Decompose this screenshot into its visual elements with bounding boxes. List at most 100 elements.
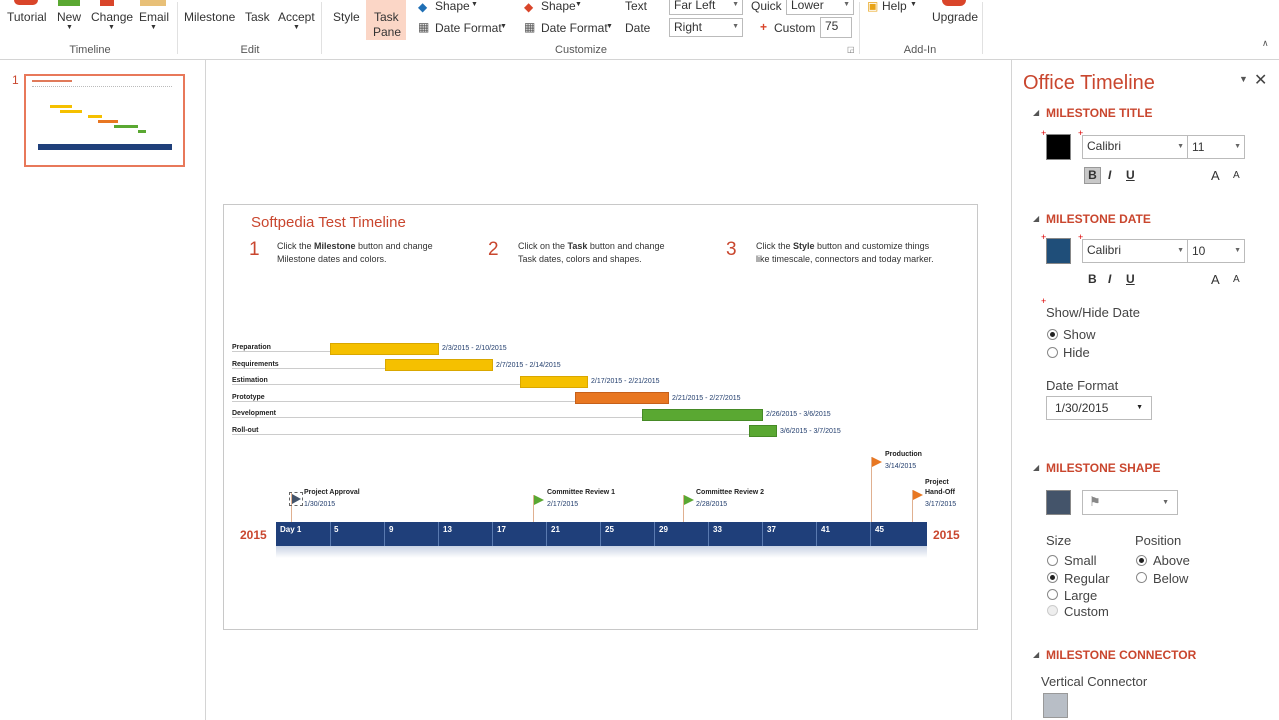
slide-title[interactable]: Softpedia Test Timeline <box>251 214 406 231</box>
date-underline-toggle[interactable]: U <box>1126 272 1135 286</box>
custom-value-input[interactable]: 75 <box>820 17 852 38</box>
milestone-name[interactable]: Production <box>885 451 922 458</box>
shape-dropdown-2-arrow-icon[interactable]: ▼ <box>575 1 582 8</box>
task-pane-button[interactable]: Task Pane <box>366 0 406 40</box>
below-radio[interactable] <box>1136 572 1147 583</box>
task-bar[interactable] <box>575 392 669 404</box>
custom-radio[interactable] <box>1047 605 1058 616</box>
milestone-flag-icon[interactable] <box>292 494 301 504</box>
change-dropdown-arrow-icon[interactable]: ▼ <box>108 24 115 31</box>
title-color-swatch[interactable] <box>1046 134 1071 160</box>
slide[interactable]: Softpedia Test Timeline 1 Click the Mile… <box>223 204 978 630</box>
task-connector-line <box>232 351 330 352</box>
group-separator <box>177 2 178 54</box>
accept-dropdown-arrow-icon[interactable]: ▼ <box>293 24 300 31</box>
date-grow-font-button[interactable]: A <box>1211 272 1220 287</box>
task-label[interactable]: Preparation <box>232 344 271 351</box>
task-bar[interactable] <box>385 359 493 371</box>
collapse-triangle-icon[interactable]: ◢ <box>1033 108 1039 117</box>
show-radio[interactable] <box>1047 329 1058 340</box>
milestone-shape-header[interactable]: MILESTONE SHAPE <box>1046 461 1160 475</box>
small-radio[interactable] <box>1047 555 1058 566</box>
task-label[interactable]: Roll-out <box>232 427 258 434</box>
task-bar[interactable] <box>330 343 439 355</box>
text-position-select[interactable]: Far Left ▼ <box>669 0 743 15</box>
date-size-select[interactable]: 10 ▼ <box>1187 239 1245 263</box>
accept-button[interactable]: Accept <box>278 10 315 24</box>
milestone-name[interactable]: Project Approval <box>304 489 360 496</box>
new-dropdown-arrow-icon[interactable]: ▼ <box>66 24 73 31</box>
date-format-dropdown-1[interactable]: Date Format <box>435 21 502 35</box>
upgrade-button[interactable]: Upgrade <box>932 10 978 24</box>
hide-radio[interactable] <box>1047 347 1058 358</box>
grow-font-button[interactable]: A <box>1211 168 1220 183</box>
tutorial-button[interactable]: Tutorial <box>7 10 47 24</box>
milestone-name[interactable]: Committee Review 1 <box>547 489 615 496</box>
shape-color-swatch[interactable] <box>1046 490 1071 515</box>
task-bar[interactable] <box>642 409 763 421</box>
collapse-triangle-icon[interactable]: ◢ <box>1033 214 1039 223</box>
task-bar[interactable] <box>749 425 777 437</box>
dialog-launcher-icon[interactable]: ◲ <box>847 45 855 54</box>
email-button[interactable]: Email <box>139 10 169 24</box>
date-shrink-font-button[interactable]: A <box>1233 274 1240 285</box>
milestone-flag-icon[interactable] <box>913 490 923 500</box>
regular-radio[interactable] <box>1047 572 1058 583</box>
milestone-flag-icon[interactable] <box>534 495 544 505</box>
tick-divider <box>816 522 817 546</box>
date-position-select[interactable]: Right ▼ <box>669 18 743 37</box>
milestone-flag-icon[interactable] <box>872 457 882 467</box>
date-format-2-arrow-icon[interactable]: ▼ <box>606 23 613 30</box>
date-format-dropdown-2[interactable]: Date Format <box>541 21 608 35</box>
timescale-bar[interactable]: Day 1 5 9 13 17 21 25 29 33 37 41 45 <box>276 522 927 546</box>
title-size-select[interactable]: 11 ▼ <box>1187 135 1245 159</box>
style-button[interactable]: Style <box>333 10 360 24</box>
help-dropdown-arrow-icon[interactable]: ▼ <box>910 1 917 8</box>
bold-toggle[interactable]: B <box>1084 167 1101 184</box>
date-format-1-arrow-icon[interactable]: ▼ <box>500 23 507 30</box>
date-italic-toggle[interactable]: I <box>1108 272 1111 286</box>
change-button[interactable]: Change <box>91 10 133 24</box>
date-color-swatch[interactable] <box>1046 238 1071 264</box>
date-bold-toggle[interactable]: B <box>1088 272 1097 286</box>
shape-select[interactable]: ⚑ ▼ <box>1082 490 1178 515</box>
milestone-name[interactable]: Project <box>925 479 949 486</box>
task-label[interactable]: Requirements <box>232 361 279 368</box>
task-label[interactable]: Estimation <box>232 377 268 384</box>
underline-toggle[interactable]: U <box>1126 168 1135 182</box>
email-dropdown-arrow-icon[interactable]: ▼ <box>150 24 157 31</box>
milestone-button[interactable]: Milestone <box>184 10 235 24</box>
shape-dropdown-1[interactable]: Shape <box>435 0 470 13</box>
task-dates: 3/6/2015 - 3/7/2015 <box>780 428 841 435</box>
pane-options-icon[interactable]: ▼ <box>1239 74 1248 84</box>
milestone-name-line2[interactable]: Hand-Off <box>925 489 955 496</box>
large-radio[interactable] <box>1047 589 1058 600</box>
milestone-date-header[interactable]: MILESTONE DATE <box>1046 212 1151 226</box>
task-label[interactable]: Prototype <box>232 394 265 401</box>
shape-dropdown-1-arrow-icon[interactable]: ▼ <box>471 1 478 8</box>
task-dates: 2/26/2015 - 3/6/2015 <box>766 411 831 418</box>
task-button[interactable]: Task <box>245 10 270 24</box>
title-font-select[interactable]: Calibri ▼ <box>1082 135 1188 159</box>
task-bar[interactable] <box>520 376 588 388</box>
quick-select[interactable]: Lower ▼ <box>786 0 854 15</box>
milestone-name[interactable]: Committee Review 2 <box>696 489 764 496</box>
slide-thumbnail[interactable] <box>24 74 185 167</box>
new-button[interactable]: New <box>57 10 81 24</box>
collapse-triangle-icon[interactable]: ◢ <box>1033 650 1039 659</box>
milestone-connector-header[interactable]: MILESTONE CONNECTOR <box>1046 648 1196 662</box>
shrink-font-button[interactable]: A <box>1233 170 1240 181</box>
task-label[interactable]: Development <box>232 410 276 417</box>
help-button[interactable]: Help <box>882 0 907 13</box>
above-radio[interactable] <box>1136 555 1147 566</box>
collapse-triangle-icon[interactable]: ◢ <box>1033 463 1039 472</box>
italic-toggle[interactable]: I <box>1108 168 1111 182</box>
date-font-select[interactable]: Calibri ▼ <box>1082 239 1188 263</box>
milestone-flag-icon[interactable] <box>684 495 694 505</box>
connector-color-swatch[interactable] <box>1043 693 1068 718</box>
close-icon[interactable]: ✕ <box>1254 70 1267 90</box>
shape-dropdown-2[interactable]: Shape <box>541 0 576 13</box>
collapse-ribbon-icon[interactable]: ∧ <box>1262 38 1269 49</box>
milestone-title-header[interactable]: MILESTONE TITLE <box>1046 106 1152 120</box>
date-format-select[interactable]: 1/30/2015 ▼ <box>1046 396 1152 420</box>
